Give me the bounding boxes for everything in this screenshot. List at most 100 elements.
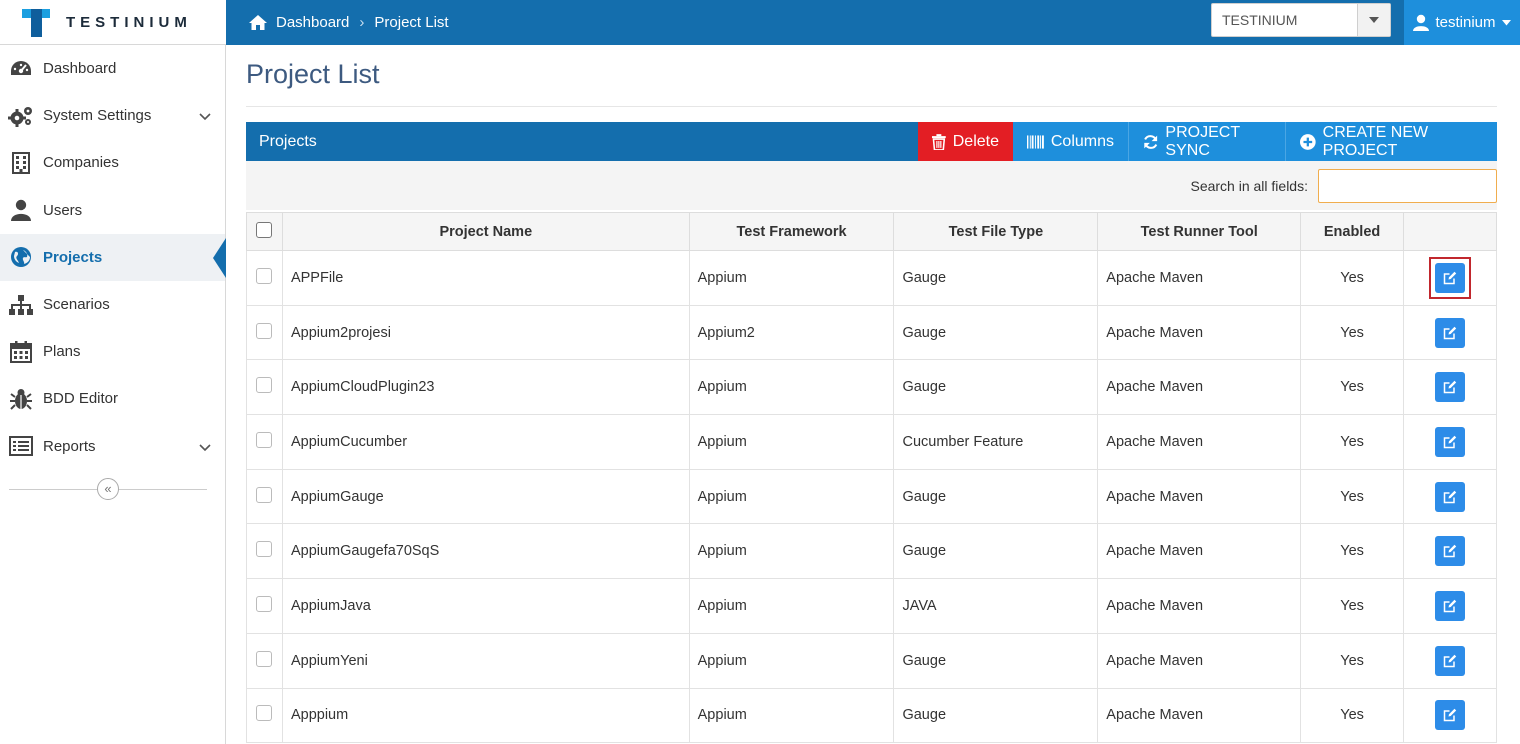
project-name-cell: AppiumCucumber xyxy=(281,414,690,470)
test-file-type-cell: Gauge xyxy=(893,523,1099,580)
project-name-cell: AppiumJava xyxy=(281,578,690,634)
table-row[interactable]: AppiumJava Appium JAVA Apache Maven Yes xyxy=(246,578,1497,634)
row-checkbox[interactable] xyxy=(256,486,273,503)
sidebar-item-companies[interactable]: Companies xyxy=(0,139,225,186)
edit-button[interactable] xyxy=(1435,372,1466,403)
edit-button[interactable] xyxy=(1435,426,1466,457)
sidebar-item-projects[interactable]: Projects xyxy=(0,233,226,281)
sidebar-item-label: Dashboard xyxy=(43,60,117,78)
test-file-type-cell: Gauge xyxy=(893,304,1099,361)
caret-down-icon xyxy=(1501,19,1511,25)
chevron-down-icon[interactable] xyxy=(199,108,211,125)
sidebar-item-label: Plans xyxy=(43,343,81,361)
row-checkbox[interactable] xyxy=(256,267,273,284)
test-runner-tool-cell: Apache Maven xyxy=(1097,468,1302,525)
edit-button[interactable] xyxy=(1435,645,1466,676)
sidebar-item-plans[interactable]: Plans xyxy=(0,328,225,375)
edit-button[interactable] xyxy=(1435,536,1466,567)
row-checkbox[interactable] xyxy=(256,322,273,339)
column-header-test-runner-tool[interactable]: Test Runner Tool xyxy=(1097,212,1302,251)
delete-button[interactable]: Delete xyxy=(918,122,1013,161)
sidebar-item-bdd-editor[interactable]: BDD Editor xyxy=(0,375,225,422)
row-checkbox[interactable] xyxy=(256,705,273,722)
logo[interactable]: TESTINIUM xyxy=(0,0,226,45)
table-row[interactable]: AppiumCloudPlugin23 Appium Gauge Apache Mav… xyxy=(246,359,1497,416)
test-framework-cell: Appium xyxy=(688,250,895,306)
edit-button[interactable] xyxy=(1435,262,1466,293)
test-runner-tool-cell: Apache Maven xyxy=(1097,578,1302,634)
column-header-test-framework[interactable]: Test Framework xyxy=(688,212,895,251)
row-checkbox[interactable] xyxy=(256,431,273,448)
chevron-down-icon[interactable] xyxy=(199,439,211,456)
enabled-cell: Yes xyxy=(1300,578,1405,634)
table-row[interactable]: Apppium Appium Gauge Apache Maven Yes xyxy=(246,687,1497,744)
row-select-cell xyxy=(246,632,283,689)
create-new-project-button[interactable]: CREATE NEW PROJECT xyxy=(1286,122,1497,161)
enabled-cell: Yes xyxy=(1300,523,1405,580)
test-framework-cell: Appium xyxy=(688,632,895,689)
table-row[interactable]: Appium2projesi Appium2 Gauge Apache Maven Ye… xyxy=(246,304,1497,361)
sidebar-item-label: Companies xyxy=(43,154,119,172)
enabled-cell: Yes xyxy=(1300,687,1405,744)
barcode-icon xyxy=(1027,134,1044,149)
home-icon[interactable] xyxy=(248,14,268,32)
edit-button[interactable] xyxy=(1435,317,1466,348)
sidebar-item-scenarios[interactable]: Scenarios xyxy=(0,281,225,328)
edit-button[interactable] xyxy=(1435,590,1466,621)
building-icon xyxy=(8,151,34,175)
test-file-type-cell: Gauge xyxy=(893,687,1099,744)
edit-button[interactable] xyxy=(1435,481,1466,512)
project-name-cell: AppiumCloudPlugin23 xyxy=(281,359,690,416)
delete-button-label: Delete xyxy=(952,132,999,150)
chevron-down-icon[interactable] xyxy=(1357,4,1390,36)
sitemap-icon xyxy=(8,293,34,317)
column-header-project-name[interactable]: Project Name xyxy=(281,212,690,251)
row-select-cell xyxy=(246,523,283,580)
table-row[interactable]: AppiumYeni Appium Gauge Apache Maven Yes xyxy=(246,632,1497,689)
collapse-sidebar-icon[interactable]: « xyxy=(97,477,119,500)
table-row[interactable]: AppiumGaugefa70SqS Appium Gauge Apache Mave… xyxy=(246,523,1497,580)
sidebar-collapse-row: « xyxy=(0,474,225,504)
edit-icon xyxy=(1443,654,1457,668)
testinium-logo-icon xyxy=(22,7,52,37)
test-runner-tool-cell: Apache Maven xyxy=(1097,304,1302,361)
sidebar-item-reports[interactable]: Reports xyxy=(0,423,225,470)
sidebar-item-label: Users xyxy=(43,201,83,219)
row-actions-cell xyxy=(1403,359,1497,416)
row-actions-cell xyxy=(1403,468,1497,525)
gears-icon xyxy=(8,104,34,128)
table-row[interactable]: AppiumGauge Appium Gauge Apache Maven Yes xyxy=(246,468,1497,525)
sidebar-item-dashboard[interactable]: Dashboard xyxy=(0,45,225,92)
enabled-cell: Yes xyxy=(1300,250,1405,306)
search-label: Search in all fields: xyxy=(1190,177,1308,194)
columns-button[interactable]: Columns xyxy=(1013,122,1129,161)
project-sync-button[interactable]: PROJECT SYNC xyxy=(1129,122,1286,161)
test-framework-cell: Appium xyxy=(688,359,895,416)
test-framework-cell: Appium xyxy=(688,687,895,744)
edit-button[interactable] xyxy=(1435,700,1466,731)
select-all-checkbox[interactable] xyxy=(256,221,273,238)
edit-button-frame xyxy=(1432,533,1468,569)
row-select-cell xyxy=(246,578,283,634)
row-checkbox[interactable] xyxy=(256,541,273,558)
search-bar: Search in all fields: xyxy=(246,161,1497,210)
row-checkbox[interactable] xyxy=(256,377,273,394)
edit-icon xyxy=(1443,544,1457,558)
column-header-test-file-type[interactable]: Test File Type xyxy=(893,212,1099,251)
test-file-type-cell: Gauge xyxy=(893,250,1099,306)
search-input[interactable] xyxy=(1318,168,1497,203)
breadcrumb-dashboard[interactable]: Dashboard xyxy=(276,14,349,31)
column-header-enabled[interactable]: Enabled xyxy=(1300,212,1405,251)
row-checkbox[interactable] xyxy=(256,650,273,667)
sidebar-item-users[interactable]: Users xyxy=(0,187,225,234)
row-select-cell xyxy=(246,687,283,744)
table-row[interactable]: AppiumCucumber Appium Cucumber Feature Apac… xyxy=(246,414,1497,470)
user-menu[interactable]: testinium xyxy=(1404,0,1520,45)
dashboard-gauge-icon xyxy=(8,57,34,81)
sidebar-item-system-settings[interactable]: System Settings xyxy=(0,92,225,139)
row-checkbox[interactable] xyxy=(256,595,273,612)
company-select[interactable]: TESTINIUM xyxy=(1211,3,1391,37)
company-select-value: TESTINIUM xyxy=(1222,12,1298,28)
table-row[interactable]: APPFile Appium Gauge Apache Maven Yes xyxy=(246,250,1497,306)
globe-icon xyxy=(8,245,34,269)
